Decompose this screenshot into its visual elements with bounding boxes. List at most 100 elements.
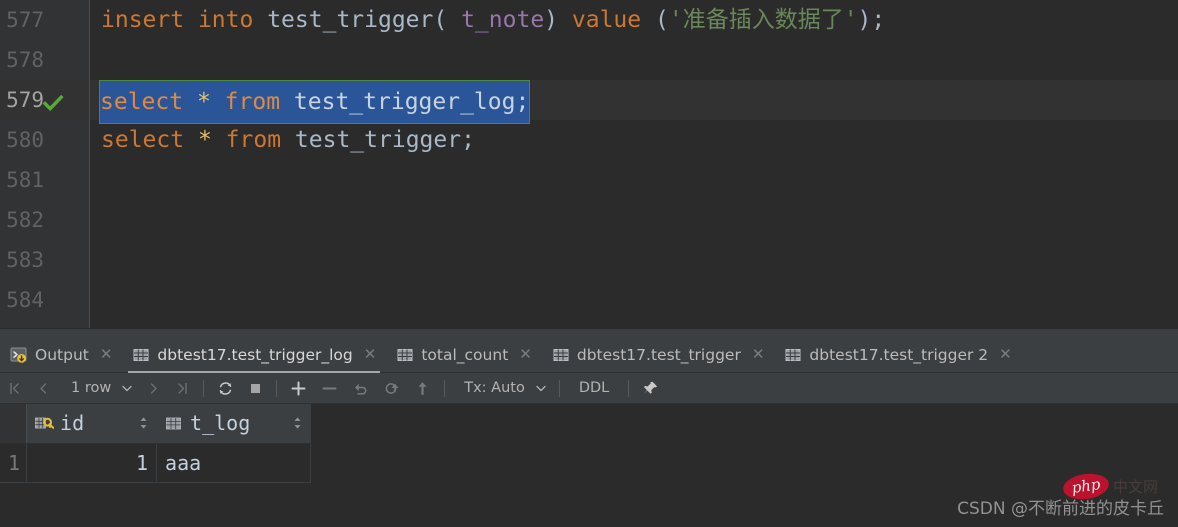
transaction-mode-label: Tx: Auto <box>464 380 525 396</box>
table-cell[interactable]: 1 <box>26 443 158 483</box>
code-token: ); <box>857 7 886 33</box>
code-token: test_trigger( <box>267 7 448 33</box>
transaction-mode-selector[interactable]: Tx: Auto <box>451 373 553 404</box>
result-table: id t_log 1 1 aaa <box>0 404 312 483</box>
gutter-line[interactable]: 578 <box>0 40 89 80</box>
submit-icon[interactable] <box>407 373 438 404</box>
prev-page-icon[interactable] <box>29 373 58 404</box>
execution-success-check-icon[interactable] <box>42 89 64 112</box>
line-number: 581 <box>6 168 44 192</box>
line-number: 582 <box>6 208 44 232</box>
close-icon[interactable]: ✕ <box>999 347 1012 362</box>
reload-icon[interactable] <box>210 373 241 404</box>
table-icon <box>553 348 569 361</box>
column-header[interactable]: t_log <box>156 404 312 444</box>
table-row[interactable]: 1 1 aaa <box>0 443 312 483</box>
code-area[interactable]: insert into test_trigger( t_note) value … <box>90 0 1178 328</box>
selected-statement[interactable]: select * from test_trigger_log; <box>98 80 531 124</box>
code-line[interactable] <box>90 200 1178 240</box>
result-tab[interactable]: total_count ✕ <box>386 336 542 373</box>
add-row-icon[interactable] <box>283 373 314 404</box>
rollback-icon[interactable] <box>376 373 407 404</box>
code-line[interactable] <box>90 40 1178 80</box>
ddl-label: DDL <box>578 380 610 396</box>
gutter-line[interactable]: 580 <box>0 120 89 160</box>
table-cell[interactable]: aaa <box>156 443 312 483</box>
code-token: ; <box>515 89 530 115</box>
result-table-body: 1 1 aaa <box>0 443 312 483</box>
row-count-selector[interactable]: 1 row <box>58 373 139 404</box>
toolbar-separator <box>203 379 205 397</box>
result-tab[interactable]: dbtest17.test_trigger_log ✕ <box>122 336 386 373</box>
code-line[interactable]: select * from test_trigger_log; <box>90 80 1178 124</box>
close-icon[interactable]: ✕ <box>100 347 113 362</box>
dbeaver-sql-editor-window: 577 578 579 580 581 582 583 584 insert into tes… <box>0 0 1178 527</box>
toolbar-separator <box>558 379 560 397</box>
code-token: ; <box>461 127 475 153</box>
code-token: test_trigger_log <box>293 89 516 115</box>
line-number: 578 <box>6 48 44 72</box>
code-line[interactable] <box>90 240 1178 280</box>
table-icon <box>397 348 413 361</box>
result-tab-label: dbtest17.test_trigger 2 <box>809 345 989 364</box>
result-tab[interactable]: dbtest17.test_trigger 2 ✕ <box>774 336 1021 373</box>
toolbar-separator <box>276 379 278 397</box>
result-tab[interactable]: dbtest17.test_trigger ✕ <box>542 336 775 373</box>
result-tab-label: dbtest17.test_trigger <box>576 345 741 364</box>
close-icon[interactable]: ✕ <box>519 347 532 362</box>
results-toolbar[interactable]: 1 row Tx: Auto DDL <box>0 373 1178 404</box>
delete-row-icon[interactable] <box>314 373 345 404</box>
gutter-line[interactable]: 581 <box>0 160 89 200</box>
line-number: 577 <box>6 8 44 32</box>
chevron-down-icon <box>536 385 546 391</box>
line-number: 584 <box>6 288 44 312</box>
code-line[interactable] <box>90 280 1178 320</box>
close-icon[interactable]: ✕ <box>752 347 765 362</box>
stop-icon[interactable] <box>241 373 270 404</box>
result-table-head: id t_log <box>0 404 312 444</box>
column-header[interactable]: id <box>26 404 158 444</box>
line-number-gutter[interactable]: 577 578 579 580 581 582 583 584 <box>0 0 90 328</box>
results-tab-strip[interactable]: Output ✕ dbtest17.test_trigger_log ✕ total_c… <box>0 336 1178 373</box>
toolbar-separator <box>628 379 630 397</box>
result-tab-label: Output <box>35 345 89 364</box>
code-token: from <box>225 127 282 153</box>
result-tab-label: dbtest17.test_trigger_log <box>157 345 353 364</box>
code-token: t_note <box>461 7 545 33</box>
close-icon[interactable]: ✕ <box>364 347 377 362</box>
gutter-line[interactable]: 579 <box>0 80 89 120</box>
line-number: 580 <box>6 128 44 152</box>
revert-icon[interactable] <box>345 373 376 404</box>
code-token: test_trigger <box>294 127 462 153</box>
code-token: from <box>224 89 281 115</box>
column-header-row: id t_log <box>0 404 312 444</box>
gutter-line[interactable]: 584 <box>0 280 89 320</box>
ddl-button[interactable]: DDL <box>566 373 622 404</box>
table-icon <box>133 348 149 361</box>
table-icon <box>785 348 801 361</box>
code-line[interactable] <box>90 160 1178 200</box>
code-token: * <box>197 127 212 153</box>
result-tab[interactable]: Output ✕ <box>0 336 122 373</box>
column-header-label: id <box>60 411 85 436</box>
line-number: 583 <box>6 248 44 272</box>
gutter-line[interactable]: 582 <box>0 200 89 240</box>
sql-editor[interactable]: 577 578 579 580 581 582 583 584 insert into tes… <box>0 0 1178 328</box>
next-page-icon[interactable] <box>139 373 168 404</box>
row-count-label: 1 row <box>71 380 112 396</box>
first-page-icon[interactable] <box>0 373 29 404</box>
last-page-icon[interactable] <box>168 373 197 404</box>
pin-icon[interactable] <box>635 373 666 404</box>
code-line[interactable]: select * from test_trigger; <box>90 120 1178 160</box>
gutter-line[interactable]: 577 <box>0 0 89 40</box>
code-line[interactable]: insert into test_trigger( t_note) value … <box>90 0 1178 40</box>
code-token: ) <box>544 7 559 33</box>
gutter-line[interactable]: 583 <box>0 240 89 280</box>
